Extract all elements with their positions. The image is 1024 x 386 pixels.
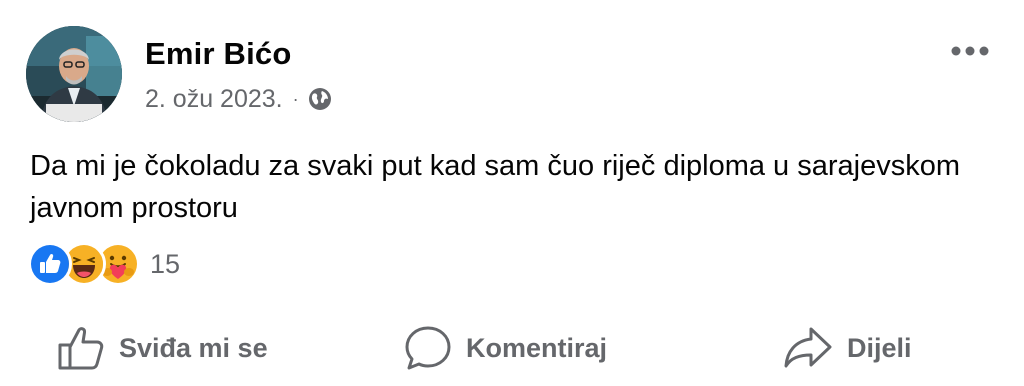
meta-separator: · bbox=[292, 88, 299, 109]
comment-bubble-icon bbox=[405, 326, 451, 370]
reaction-count: 15 bbox=[150, 248, 181, 279]
reactions-summary[interactable]: 15 bbox=[28, 242, 181, 286]
post-text: Da mi je čokoladu za svaki put kad sam č… bbox=[30, 150, 961, 224]
avatar[interactable] bbox=[26, 26, 122, 122]
author-name[interactable]: Emir Bićo bbox=[145, 36, 292, 72]
share-button-label: Dijeli bbox=[847, 332, 912, 363]
post-meta: 2. ožu 2023. · bbox=[145, 84, 333, 114]
globe-icon bbox=[307, 86, 333, 112]
share-button[interactable]: Dijeli bbox=[783, 322, 912, 374]
more-options-icon[interactable] bbox=[948, 38, 992, 64]
avatar-photo bbox=[26, 26, 122, 122]
thumbs-up-icon bbox=[58, 327, 104, 370]
like-button-label: Sviđa mi se bbox=[119, 332, 268, 363]
comment-button-label: Komentiraj bbox=[466, 332, 608, 363]
like-reaction-icon bbox=[28, 242, 72, 286]
like-button[interactable]: Sviđa mi se bbox=[57, 322, 268, 374]
post-date[interactable]: 2. ožu 2023. bbox=[145, 85, 283, 114]
comment-button[interactable]: Komentiraj bbox=[404, 322, 607, 374]
share-arrow-icon bbox=[784, 327, 832, 368]
